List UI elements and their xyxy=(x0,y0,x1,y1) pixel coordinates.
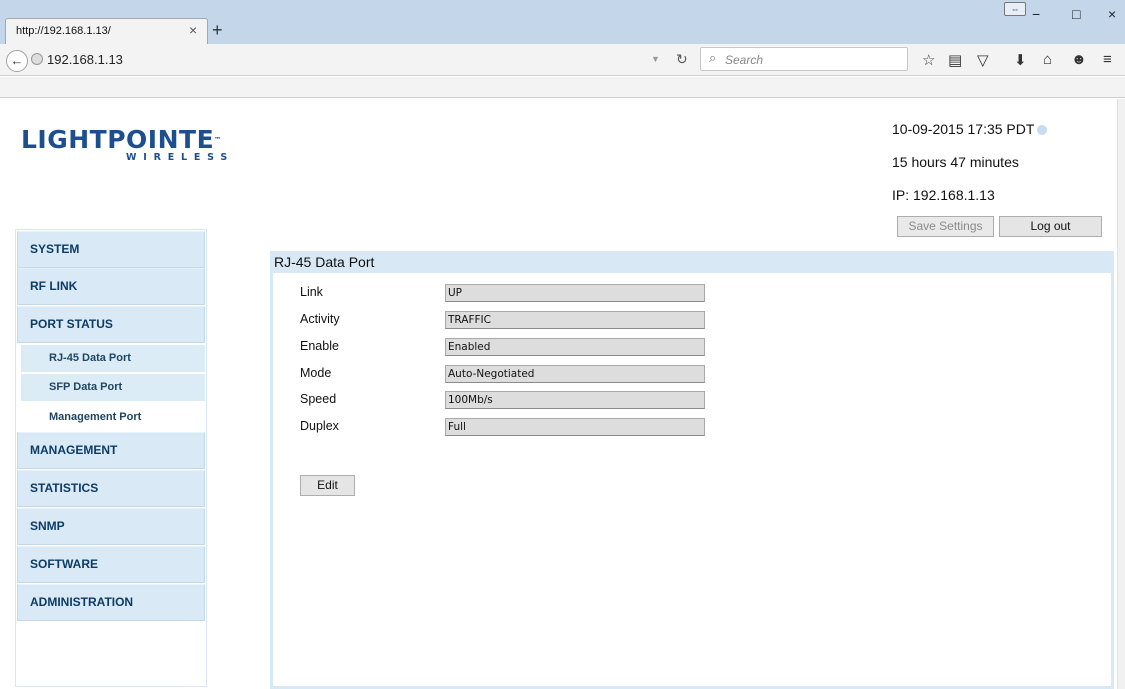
download-icon[interactable]: ⬇ xyxy=(1014,51,1027,69)
minimize-icon[interactable]: − xyxy=(1032,6,1040,22)
hamburger-menu-icon[interactable]: ≡ xyxy=(1103,51,1112,68)
status-indicator-icon xyxy=(1037,125,1048,135)
field-value-duplex: Full xyxy=(445,418,705,436)
home-icon[interactable]: ⌂ xyxy=(1043,51,1052,68)
save-settings-button[interactable]: Save Settings xyxy=(897,216,994,237)
uptime: 15 hours 47 minutes xyxy=(892,154,1019,170)
search-input[interactable]: ⌕ Search xyxy=(700,47,908,71)
field-label-mode: Mode xyxy=(300,366,332,380)
sidebar-item-port-status[interactable]: PORT STATUS xyxy=(17,306,205,343)
sidebar-item-statistics[interactable]: STATISTICS xyxy=(17,470,205,507)
maximize-icon[interactable]: □ xyxy=(1072,6,1080,22)
hello-chat-icon[interactable]: ☻ xyxy=(1071,51,1087,68)
logout-button[interactable]: Log out xyxy=(999,216,1102,237)
bookmarks-toolbar xyxy=(0,77,1125,98)
status-info: 10-09-2015 17:35 PDT 15 hours 47 minutes… xyxy=(892,121,1048,220)
field-label-duplex: Duplex xyxy=(300,419,339,433)
sidebar-item-management[interactable]: MANAGEMENT xyxy=(17,432,205,469)
sidebar-item-administration[interactable]: ADMINISTRATION xyxy=(17,584,205,621)
history-dropdown-icon[interactable]: ▼ xyxy=(651,54,660,64)
sidebar-subitem-rj45-data-port[interactable]: RJ-45 Data Port xyxy=(21,345,205,372)
sidebar: SYSTEM RF LINK PORT STATUS RJ-45 Data Po… xyxy=(15,229,207,687)
field-label-speed: Speed xyxy=(300,392,337,406)
site-identity-icon[interactable] xyxy=(31,53,43,65)
back-arrow-icon[interactable]: ← xyxy=(6,50,28,72)
field-label-enable: Enable xyxy=(300,339,339,353)
field-value-speed: 100Mb/s xyxy=(445,391,705,409)
pocket-icon[interactable]: ▽ xyxy=(977,51,989,69)
field-value-enable: Enabled xyxy=(445,338,705,356)
search-placeholder: Search xyxy=(725,53,764,67)
reload-icon[interactable]: ↻ xyxy=(676,51,688,68)
sidebar-subitem-sfp-data-port[interactable]: SFP Data Port xyxy=(21,374,205,401)
field-value-activity: TRAFFIC xyxy=(445,311,705,329)
logo-text: LIGHTPOINTE xyxy=(21,125,215,154)
logo-subtext: WIRELESS xyxy=(126,152,235,163)
new-tab-icon[interactable]: + xyxy=(212,20,223,41)
lightpointe-logo: LIGHTPOINTE™ WIRELESS xyxy=(21,125,227,164)
datetime: 10-09-2015 17:35 PDT xyxy=(892,121,1035,137)
edit-button[interactable]: Edit xyxy=(300,475,355,496)
sidebar-item-snmp[interactable]: SNMP xyxy=(17,508,205,545)
browser-tab-strip: http://192.168.1.13/ × + ⇔ − □ × xyxy=(0,0,1125,44)
sidebar-item-software[interactable]: SOFTWARE xyxy=(17,546,205,583)
sidebar-subitem-management-port[interactable]: Management Port xyxy=(21,404,205,431)
address-bar[interactable]: 192.168.1.13 xyxy=(47,52,123,67)
search-icon: ⌕ xyxy=(709,50,717,65)
page-scrollbar[interactable] xyxy=(1117,99,1125,689)
field-label-activity: Activity xyxy=(300,312,340,326)
browser-nav-bar: ← 192.168.1.13 ▼ ↻ ⌕ Search ☆ ▤ ▽ ⬇ ⌂ ☻ … xyxy=(0,44,1125,76)
reading-list-icon[interactable]: ▤ xyxy=(948,51,962,69)
bookmark-star-icon[interactable]: ☆ xyxy=(922,51,935,69)
tab-title: http://192.168.1.13/ xyxy=(16,25,111,37)
close-window-icon[interactable]: × xyxy=(1108,6,1116,22)
sidebar-item-rf-link[interactable]: RF LINK xyxy=(17,268,205,305)
tab-close-icon[interactable]: × xyxy=(189,22,197,38)
page-title: RJ-45 Data Port xyxy=(270,251,1114,273)
logo-trademark: ™ xyxy=(214,136,222,144)
field-value-link: UP xyxy=(445,284,705,302)
browser-tab[interactable]: http://192.168.1.13/ × xyxy=(5,18,208,44)
field-label-link: Link xyxy=(300,285,323,299)
field-value-mode: Auto-Negotiated xyxy=(445,365,705,383)
sidebar-item-system[interactable]: SYSTEM xyxy=(17,231,205,268)
window-menu-icon[interactable]: ⇔ xyxy=(1004,2,1026,16)
